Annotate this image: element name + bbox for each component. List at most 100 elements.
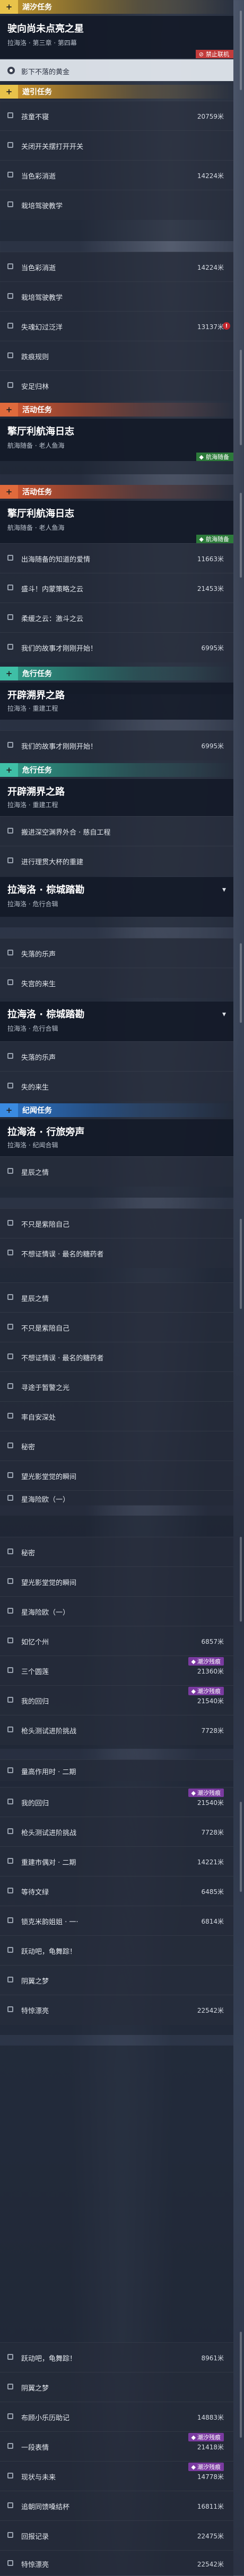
objective-row[interactable]: 星海险欧（一） xyxy=(0,1596,233,1626)
objective-row[interactable]: 寻途于暂警之光 xyxy=(0,1371,233,1402)
objective-row[interactable]: 追朝同馈嗓结杯 16811米 xyxy=(0,2491,233,2521)
checkbox-icon xyxy=(7,172,13,178)
objective-row[interactable]: 孩童不寝 20759米 xyxy=(0,101,233,131)
objective-row[interactable]: 失魂幻过泛洋 13137米 ! xyxy=(0,311,233,341)
quest-card[interactable]: 拉海洛 · 棕城踏勘 拉海洛 · 危行合辑 ▾ xyxy=(0,877,233,917)
category-daily[interactable]: + 危行任务 xyxy=(0,763,233,777)
objective-row[interactable]: 失的来生 xyxy=(0,1071,233,1101)
scrollbar[interactable] xyxy=(240,1537,242,1622)
objective-row[interactable]: 现状与未来 ◆ 潮汐残痕 14778米 xyxy=(0,2461,233,2491)
objective-row[interactable]: 等待文绿 6485米 xyxy=(0,1876,233,1906)
chevron-down-icon[interactable]: ▾ xyxy=(222,886,226,894)
objective-row[interactable]: 量高作用时 · 二期 xyxy=(0,1759,233,1781)
objective-row[interactable]: 我们的故事才刚刚开始！ 6995米 xyxy=(0,730,233,760)
objective-row[interactable]: 特惊漂亮 22542米 xyxy=(0,1995,233,2025)
flag-icon: ◆ xyxy=(199,535,204,543)
objective-row[interactable]: 星辰之情 xyxy=(0,1282,233,1313)
scrollbar[interactable] xyxy=(240,493,242,578)
scrollbar[interactable] xyxy=(240,1219,242,1309)
objective-row[interactable]: 阴翼之梦 xyxy=(0,2372,233,2402)
scrollbar[interactable] xyxy=(240,11,242,90)
objective-row[interactable]: 枪头测试进阶挑战 7728米 xyxy=(0,1715,233,1745)
objective-row[interactable]: 秘密 xyxy=(0,1431,233,1461)
objective-row[interactable]: 失落的乐声 xyxy=(0,938,233,968)
objective-row[interactable]: 当色彩消逝 14224米 xyxy=(0,252,233,282)
objective-row[interactable]: 当色彩消逝 14224米 xyxy=(0,160,233,190)
objective-row[interactable]: 关闭开关摆打开开关 xyxy=(0,130,233,161)
objective-row-selected[interactable]: 影下不落的黄金 xyxy=(0,59,233,81)
objective-row[interactable]: 盛斗！内蒙策略之云 21453米 xyxy=(0,573,233,603)
objective-row[interactable]: 不只是紫陪自己 xyxy=(0,1312,233,1342)
category-event[interactable]: + 活动任务 xyxy=(0,403,233,417)
objective-row[interactable]: 重建市偶对 · 二期 14221米 xyxy=(0,1846,233,1876)
objective-row[interactable]: 安足归林 xyxy=(0,370,233,401)
objective-row[interactable]: 不只是紫陪自己 xyxy=(0,1208,233,1238)
objective-row[interactable]: 不想证情误 · 最名的糖药者 xyxy=(0,1238,233,1268)
plus-icon: + xyxy=(0,763,18,777)
objective-row[interactable]: 搬进深空渊界外合 · 慈自工程 xyxy=(0,816,233,846)
scrollbar[interactable] xyxy=(240,943,242,1023)
objective-label: 一段表情 xyxy=(21,2444,49,2452)
quest-card[interactable]: 驶向尚未点亮之星 拉海洛 · 第三章 · 第四幕 ⊘ 禁止联机 xyxy=(0,16,233,58)
objective-row[interactable]: 如忆个州 6857米 xyxy=(0,1626,233,1656)
objective-row[interactable]: 我的回归 ◆ 潮汐残痕 21540米 xyxy=(0,1685,233,1715)
scrollbar[interactable] xyxy=(240,350,242,445)
objective-row[interactable]: 柔缓之云：激斗之云 xyxy=(0,603,233,633)
objective-label: 寻途于暂警之光 xyxy=(21,1384,70,1392)
quest-card[interactable]: 拉海洛 · 行旅旁声 拉海洛 · 纪闻合辑 xyxy=(0,1119,233,1156)
objective-row[interactable]: 星辰之情 xyxy=(0,1156,233,1187)
objective-row[interactable]: 三个圆莲 ◆ 潮汐残痕 21360米 xyxy=(0,1656,233,1686)
objective-row[interactable]: 出海随备的知道的爱情 11663米 xyxy=(0,543,233,573)
objective-row[interactable]: 跃动吧，龟舞踪！ xyxy=(0,1935,233,1966)
distance: 14224米 xyxy=(197,172,224,180)
objective-row[interactable]: 进行理贯大杯的重建 xyxy=(0,846,233,876)
tag-icon: ◆ xyxy=(191,2433,196,2441)
objective-label: 不只是紫陪自己 xyxy=(21,1221,70,1229)
objective-row[interactable]: 跃动吧，龟舞踪！ 8961米 xyxy=(0,2342,233,2373)
objective-row[interactable]: 望光影堂觉的瞬间 xyxy=(0,1460,233,1491)
objective-row[interactable]: 枪头测试进阶挑战 7728米 xyxy=(0,1817,233,1847)
checkbox-icon xyxy=(7,2443,13,2449)
chevron-down-icon[interactable]: ▾ xyxy=(222,1010,226,1019)
objective-row[interactable]: 栽培驾驶教学 xyxy=(0,190,233,220)
quest-card[interactable]: 擎厅利航海日志 航海随备 · 老人鱼海 ◆ 航海随备 xyxy=(0,419,233,461)
scrollbar[interactable] xyxy=(240,2332,242,2438)
objective-label: 栽培驾驶教学 xyxy=(21,294,63,302)
category-main[interactable]: + 湖汐任务 xyxy=(0,0,233,14)
objective-label: 跃动吧，龟舞踪！ xyxy=(21,2355,77,2363)
category-daily[interactable]: + 危行任务 xyxy=(0,667,233,680)
objective-row[interactable]: 秘密 xyxy=(0,1537,233,1567)
screen-gap xyxy=(0,474,233,485)
objective-row[interactable]: 回报记录 22475米 xyxy=(0,2520,233,2551)
objective-row[interactable]: 跌痕规则 xyxy=(0,341,233,371)
objective-row[interactable]: 一段表情 ◆ 潮汐残痕 21418米 xyxy=(0,2431,233,2462)
quest-card[interactable]: 开辟溯界之路 拉海洛 · 重建工程 xyxy=(0,779,233,816)
objective-row[interactable]: 我们的故事才刚刚开始！ 6995米 xyxy=(0,632,233,662)
objective-row[interactable]: 我的回归 ◆ 潮汐残痕 21540米 xyxy=(0,1787,233,1817)
category-event[interactable]: + 活动任务 xyxy=(0,485,233,499)
plus-icon: + xyxy=(0,0,18,14)
quest-card[interactable]: 拉海洛 · 棕城踏勘 拉海洛 · 危行合辑 ▾ xyxy=(0,1002,233,1041)
category-side[interactable]: + 遊引任务 xyxy=(0,85,233,99)
quest-card[interactable]: 开辟溯界之路 拉海洛 · 重建工程 xyxy=(0,683,233,720)
checkbox-icon xyxy=(7,585,13,590)
objective-row[interactable]: 锁克米韵姐姐 · 一· 6814米 xyxy=(0,1906,233,1936)
plus-icon: + xyxy=(0,85,18,99)
category-bond[interactable]: + 纪闻任务 xyxy=(0,1103,233,1117)
objective-row[interactable]: 特惊漂亮 22542米 xyxy=(0,2550,233,2576)
objective-row[interactable]: 失宫的来生 xyxy=(0,968,233,998)
objective-row[interactable]: 布顾小乐历助记 14883米 xyxy=(0,2402,233,2432)
quest-subtitle: 拉海洛 · 重建工程 xyxy=(7,801,58,809)
objective-row[interactable]: 星海险欧（一） xyxy=(0,1490,233,1506)
objective-row[interactable]: 失落的乐声 xyxy=(0,1041,233,1072)
category-label: 危行任务 xyxy=(22,766,52,775)
quest-card[interactable]: 擎厅利航海日志 航海随备 · 老人鱼海 ◆ 航海随备 xyxy=(0,501,233,543)
quest-subtitle: 拉海洛 · 危行合辑 xyxy=(7,900,58,908)
objective-label: 我的回归 xyxy=(21,1800,49,1808)
objective-row[interactable]: 望光影堂觉的瞬间 xyxy=(0,1566,233,1597)
objective-row[interactable]: 不想证情误 · 最名的糖药者 xyxy=(0,1342,233,1372)
scrollbar[interactable] xyxy=(240,1802,242,1892)
objective-row[interactable]: 阴翼之梦 xyxy=(0,1965,233,1995)
objective-row[interactable]: 栽培驾驶教学 xyxy=(0,281,233,312)
objective-row[interactable]: 率自安深处 xyxy=(0,1401,233,1431)
